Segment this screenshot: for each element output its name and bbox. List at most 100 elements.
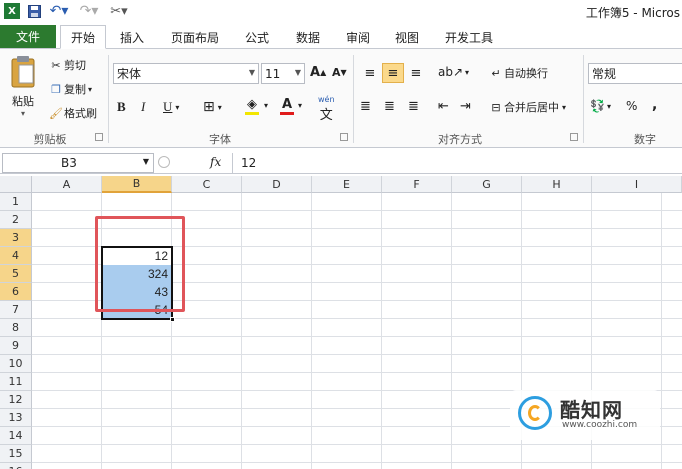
font-color-button[interactable]: A xyxy=(280,97,294,115)
ribbon: 粘贴 ▾ ✂ 剪切 ❐ 复制 ▾ 🖌 格式刷 剪贴板 宋体 ▼ 11 ▼ A ▲ A ▼ B I… xyxy=(0,49,682,148)
decrease-indent-icon: ⇤ xyxy=(438,99,449,114)
gridline-row xyxy=(32,354,682,355)
alignment-launcher-icon[interactable] xyxy=(570,133,578,141)
borders-button[interactable]: ⊞ ▾ xyxy=(203,99,222,115)
font-color-dropdown-icon[interactable]: ▾ xyxy=(298,101,302,110)
align-middle-button[interactable]: ≡ xyxy=(382,63,404,83)
row-header-9[interactable]: 9 xyxy=(0,337,32,355)
format-painter-button[interactable]: 🖌 格式刷 xyxy=(48,105,97,121)
row-header-14[interactable]: 14 xyxy=(0,427,32,445)
clipboard-group-label: 剪贴板 xyxy=(33,133,67,146)
row-header-13[interactable]: 13 xyxy=(0,409,32,427)
tab-review[interactable]: 审阅 xyxy=(338,25,378,49)
underline-button[interactable]: U ▾ xyxy=(163,99,179,115)
tab-formulas[interactable]: 公式 xyxy=(236,25,278,49)
fill-handle[interactable] xyxy=(170,317,175,322)
align-left-button[interactable]: ≣ xyxy=(360,99,371,114)
increase-indent-button[interactable]: ⇥ xyxy=(460,99,471,114)
font-launcher-icon[interactable] xyxy=(340,133,348,141)
merge-center-button[interactable]: ⊟ 合并后居中 ▾ xyxy=(488,99,566,115)
customize-icon[interactable]: ✂▾ xyxy=(108,3,130,19)
column-header-I[interactable]: I xyxy=(592,176,682,193)
percent-button[interactable]: % xyxy=(626,99,637,113)
row-header-7[interactable]: 7 xyxy=(0,301,32,319)
column-header-A[interactable]: A xyxy=(32,176,102,193)
row-header-3[interactable]: 3 xyxy=(0,229,32,247)
excel-icon[interactable]: X xyxy=(4,3,20,19)
bold-button[interactable]: B xyxy=(117,99,126,115)
orientation-button[interactable]: ab↗ ▾ xyxy=(438,65,469,79)
tab-developer[interactable]: 开发工具 xyxy=(436,25,502,49)
gridline-row xyxy=(32,210,682,211)
tab-data[interactable]: 数据 xyxy=(286,25,330,49)
copy-button[interactable]: ❐ 复制 ▾ xyxy=(48,81,92,97)
row-header-15[interactable]: 15 xyxy=(0,445,32,463)
row-header-12[interactable]: 12 xyxy=(0,391,32,409)
group-divider xyxy=(583,55,584,143)
tab-home[interactable]: 开始 xyxy=(60,25,106,49)
wrap-text-button[interactable]: ↵ 自动换行 xyxy=(488,65,548,81)
align-right-button[interactable]: ≣ xyxy=(408,99,419,114)
align-top-icon: ≡ xyxy=(364,65,376,81)
number-format-select[interactable]: 常规 xyxy=(588,63,682,84)
tab-view[interactable]: 视图 xyxy=(386,25,428,49)
window-title: 工作簿5 - Micros xyxy=(585,6,680,20)
column-header-D[interactable]: D xyxy=(242,176,312,193)
fill-color-button[interactable]: ◈ xyxy=(245,97,259,115)
copy-icon: ❐ xyxy=(51,82,61,96)
name-box[interactable]: B3 ▼ xyxy=(2,153,154,173)
row-header-1[interactable]: 1 xyxy=(0,193,32,211)
row-header-11[interactable]: 11 xyxy=(0,373,32,391)
align-bottom-button[interactable]: ≡ xyxy=(406,63,426,83)
accounting-format-button[interactable]: 💱 ▾ xyxy=(590,99,611,113)
align-left-icon: ≣ xyxy=(360,99,371,114)
clipboard-launcher-icon[interactable] xyxy=(95,133,103,141)
row-header-16[interactable]: 16 xyxy=(0,463,32,469)
fill-color-dropdown-icon[interactable]: ▾ xyxy=(264,101,268,110)
redo-icon[interactable]: ↷▾ xyxy=(78,3,100,19)
italic-button[interactable]: I xyxy=(141,99,145,115)
tab-page-layout[interactable]: 页面布局 xyxy=(162,25,228,49)
row-header-4[interactable]: 4 xyxy=(0,247,32,265)
save-icon[interactable] xyxy=(26,3,42,19)
align-top-button[interactable]: ≡ xyxy=(360,63,380,83)
column-header-G[interactable]: G xyxy=(452,176,522,193)
undo-icon[interactable]: ↶▾ xyxy=(48,3,70,19)
highlight-annotation xyxy=(95,216,185,312)
comma-button[interactable]: , xyxy=(652,97,657,113)
column-header-H[interactable]: H xyxy=(522,176,592,193)
cut-button[interactable]: ✂ 剪切 xyxy=(48,57,86,73)
font-group-label: 字体 xyxy=(209,133,231,146)
tab-insert[interactable]: 插入 xyxy=(110,25,154,49)
decrease-indent-button[interactable]: ⇤ xyxy=(438,99,449,114)
group-divider xyxy=(108,55,109,143)
formula-bar-handle-icon[interactable] xyxy=(158,156,170,168)
tab-file[interactable]: 文件 xyxy=(0,25,56,48)
row-header-5[interactable]: 5 xyxy=(0,265,32,283)
row-header-8[interactable]: 8 xyxy=(0,319,32,337)
row-header-6[interactable]: 6 xyxy=(0,283,32,301)
gridline-column xyxy=(451,193,452,469)
row-header-10[interactable]: 10 xyxy=(0,355,32,373)
align-center-button[interactable]: ≣ xyxy=(384,99,395,114)
shrink-font-button[interactable]: A ▼ xyxy=(332,66,347,79)
paste-button[interactable]: 粘贴 ▾ xyxy=(6,55,40,125)
column-header-F[interactable]: F xyxy=(382,176,452,193)
phonetic-button[interactable]: wén 文 xyxy=(318,95,335,123)
number-group-label: 数字 xyxy=(634,133,656,146)
formula-input[interactable]: 12 xyxy=(232,153,682,173)
insert-function-button[interactable]: fx xyxy=(210,155,221,169)
column-header-B[interactable]: B xyxy=(102,176,172,193)
column-header-E[interactable]: E xyxy=(312,176,382,193)
font-size-select[interactable]: 11 ▼ xyxy=(261,63,305,84)
increase-indent-icon: ⇥ xyxy=(460,99,471,114)
ribbon-tabs: 文件 开始 插入 页面布局 公式 数据 审阅 视图 开发工具 xyxy=(0,24,682,49)
grow-font-button[interactable]: A ▲ xyxy=(310,65,326,80)
select-all-corner[interactable] xyxy=(0,176,32,193)
gridline-column xyxy=(241,193,242,469)
row-header-2[interactable]: 2 xyxy=(0,211,32,229)
name-box-dropdown-icon[interactable]: ▼ xyxy=(143,157,149,166)
align-bottom-icon: ≡ xyxy=(410,65,422,81)
column-header-C[interactable]: C xyxy=(172,176,242,193)
font-name-select[interactable]: 宋体 ▼ xyxy=(113,63,259,84)
